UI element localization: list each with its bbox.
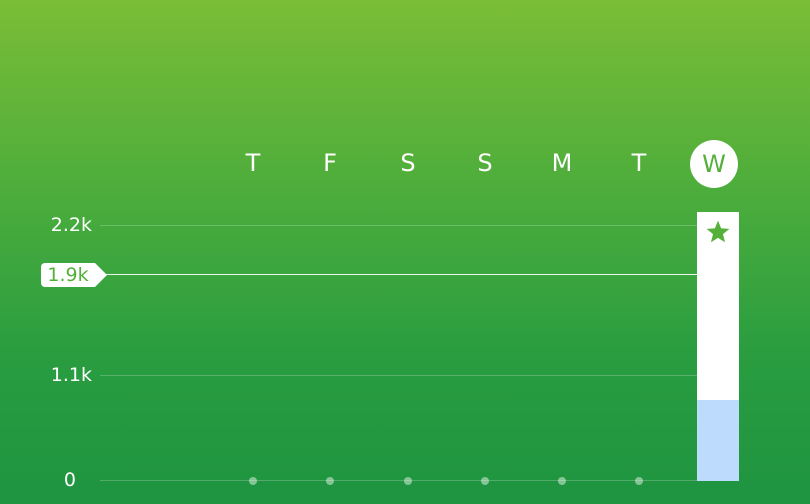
empty-day-dot [404, 477, 412, 485]
day-label-tue-2[interactable]: T [616, 145, 662, 181]
grid-line-max [100, 225, 700, 226]
grid-line-mid [100, 375, 700, 376]
empty-day-dot [635, 477, 643, 485]
day-label-fri[interactable]: F [307, 145, 353, 181]
day-label-sun[interactable]: S [462, 145, 508, 181]
day-label-sat[interactable]: S [385, 145, 431, 181]
y-axis-label-mid: 1.1k [50, 364, 92, 386]
y-axis-label-max: 2.2k [50, 214, 92, 236]
grid-line-zero [100, 480, 700, 481]
goal-badge: 1.9k [41, 263, 107, 287]
today-bar-inner-fill [697, 400, 739, 481]
day-label-mon[interactable]: M [539, 145, 585, 181]
today-bar[interactable] [697, 212, 739, 481]
y-axis-label-zero: 0 [63, 469, 76, 491]
empty-day-dot [558, 477, 566, 485]
empty-day-dot [249, 477, 257, 485]
day-label-tue[interactable]: T [230, 145, 276, 181]
goal-line [100, 274, 700, 275]
empty-day-dot [481, 477, 489, 485]
star-icon [706, 220, 730, 243]
empty-day-dot [326, 477, 334, 485]
day-label-wed-selected[interactable]: W [690, 140, 738, 188]
